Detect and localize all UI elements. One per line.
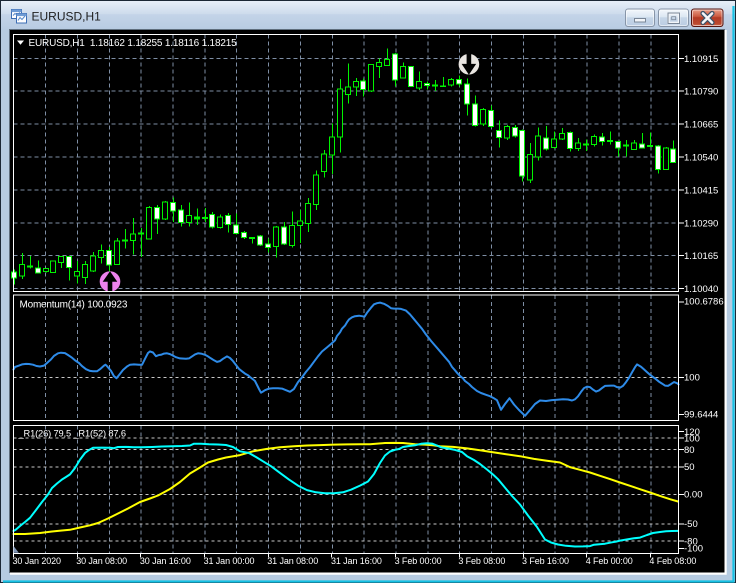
svg-text:50: 50 bbox=[684, 462, 695, 473]
svg-text:EURUSD,H1: EURUSD,H1 bbox=[32, 10, 102, 24]
svg-text:0.00: 0.00 bbox=[684, 490, 703, 501]
svg-text:EURUSD,H1 1.18162 1.18255 1.1: EURUSD,H1 1.18162 1.18255 1.18116 1.1821… bbox=[29, 38, 238, 49]
svg-text:3 Feb 08:00: 3 Feb 08:00 bbox=[458, 556, 505, 566]
svg-text:1.10415: 1.10415 bbox=[684, 185, 718, 196]
svg-text:1.10790: 1.10790 bbox=[684, 87, 718, 98]
svg-text:31 Jan 08:00: 31 Jan 08:00 bbox=[267, 556, 318, 566]
svg-text:1.10040: 1.10040 bbox=[684, 284, 718, 295]
svg-text:30 Jan 2020: 30 Jan 2020 bbox=[13, 556, 62, 566]
svg-text:99.6444: 99.6444 bbox=[684, 409, 718, 420]
svg-text:1.10290: 1.10290 bbox=[684, 218, 718, 229]
svg-text:3 Feb 00:00: 3 Feb 00:00 bbox=[395, 556, 442, 566]
svg-text:_R1(26) 79,5 _R1(52) 87,6: _R1(26) 79,5 _R1(52) 87,6 bbox=[18, 429, 126, 439]
svg-text:1.10165: 1.10165 bbox=[684, 251, 718, 262]
svg-text:4 Feb 08:00: 4 Feb 08:00 bbox=[649, 556, 696, 566]
svg-text:31 Jan 16:00: 31 Jan 16:00 bbox=[331, 556, 382, 566]
svg-text:1.10665: 1.10665 bbox=[684, 120, 718, 131]
svg-text:1.10540: 1.10540 bbox=[684, 153, 718, 164]
svg-text:-100: -100 bbox=[684, 544, 703, 555]
svg-text:80: 80 bbox=[684, 445, 695, 456]
svg-text:30 Jan 16:00: 30 Jan 16:00 bbox=[140, 556, 191, 566]
svg-text:Momentum(14) 100.0923: Momentum(14) 100.0923 bbox=[20, 300, 128, 311]
svg-text:-50: -50 bbox=[684, 519, 698, 530]
svg-text:100: 100 bbox=[684, 433, 700, 444]
svg-text:100.6786: 100.6786 bbox=[684, 297, 724, 308]
svg-text:30 Jan 08:00: 30 Jan 08:00 bbox=[76, 556, 127, 566]
svg-text:1.10915: 1.10915 bbox=[684, 54, 718, 65]
svg-text:3 Feb 16:00: 3 Feb 16:00 bbox=[522, 556, 569, 566]
svg-text:100: 100 bbox=[684, 373, 700, 384]
svg-text:31 Jan 00:00: 31 Jan 00:00 bbox=[204, 556, 255, 566]
svg-text:4 Feb 00:00: 4 Feb 00:00 bbox=[586, 556, 633, 566]
